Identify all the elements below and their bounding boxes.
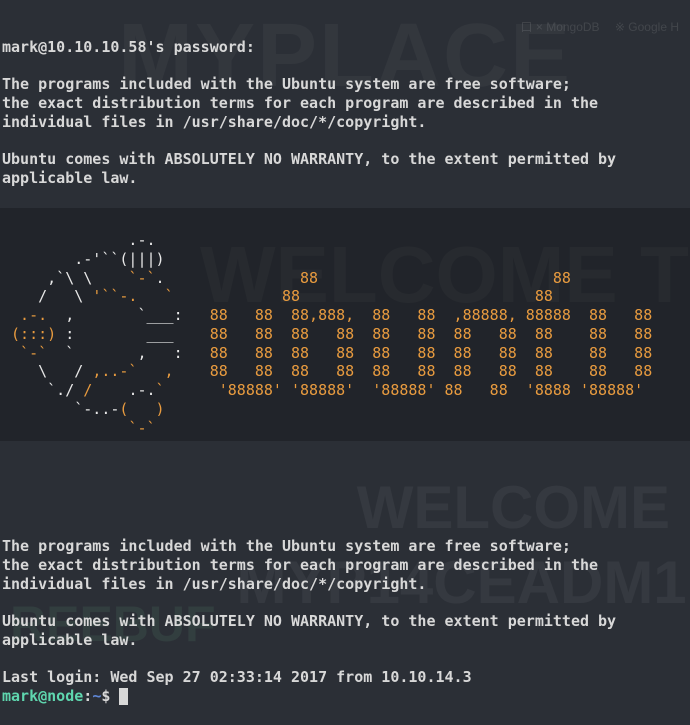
last-login: Last login: Wed Sep 27 02:33:14 2017 fro… bbox=[2, 668, 472, 686]
motd-line: applicable law. bbox=[2, 631, 137, 649]
art-row: (:::) : ___ 88 88 88 88 88 88 88 88 88 8… bbox=[2, 325, 652, 343]
motd-block-bottom: The programs included with the Ubuntu sy… bbox=[0, 518, 690, 687]
art-row: / \ '``-. ` 88 88 bbox=[2, 287, 553, 305]
prompt-path: ~ bbox=[92, 687, 101, 705]
ascii-art-block: .-. .-'``(|||) ,`\ \ `-`. 88 88 bbox=[0, 208, 690, 441]
motd-line: the exact distribution terms for each pr… bbox=[2, 556, 598, 574]
art-row: `-` bbox=[2, 419, 156, 437]
prompt-user: mark@node bbox=[2, 687, 83, 705]
motd-line: The programs included with the Ubuntu sy… bbox=[2, 75, 571, 93]
motd-line: individual files in /usr/share/doc/*/cop… bbox=[2, 113, 426, 131]
prompt-dollar: $ bbox=[101, 687, 119, 705]
motd-line: applicable law. bbox=[2, 169, 137, 187]
motd-line: Ubuntu comes with ABSOLUTELY NO WARRANTY… bbox=[2, 612, 616, 630]
password-prompt: mark@10.10.10.58's password: bbox=[2, 38, 255, 56]
art-row: .-. , `___: 88 88 88,888, 88 88 ,88888, … bbox=[2, 306, 652, 324]
motd-line: Ubuntu comes with ABSOLUTELY NO WARRANTY… bbox=[2, 150, 616, 168]
prompt-sep: : bbox=[83, 687, 92, 705]
art-row: `-` ` , : 88 88 88 88 88 88 88 88 88 88 … bbox=[2, 344, 652, 362]
terminal-output[interactable]: mark@10.10.10.58's password: The program… bbox=[0, 0, 690, 725]
art-row: .-. bbox=[2, 231, 661, 249]
cursor-icon bbox=[119, 688, 128, 705]
motd-line: individual files in /usr/share/doc/*/cop… bbox=[2, 575, 426, 593]
motd-line: The programs included with the Ubuntu sy… bbox=[2, 537, 571, 555]
art-row: `./ / .-.` '88888' '88888' '88888' 88 88… bbox=[2, 381, 643, 399]
art-row: `-..-( ) bbox=[2, 400, 165, 418]
art-row: ,`\ \ `-`. 88 88 bbox=[2, 269, 571, 287]
shell-prompt[interactable]: mark@node:~$ bbox=[0, 687, 690, 706]
motd-line: the exact distribution terms for each pr… bbox=[2, 94, 598, 112]
art-row: .-'``(|||) bbox=[2, 250, 661, 268]
motd-block-top: mark@10.10.10.58's password: The program… bbox=[0, 19, 690, 188]
art-row: \ / ,..-` , 88 88 88 88 88 88 88 88 88 8… bbox=[2, 362, 652, 380]
